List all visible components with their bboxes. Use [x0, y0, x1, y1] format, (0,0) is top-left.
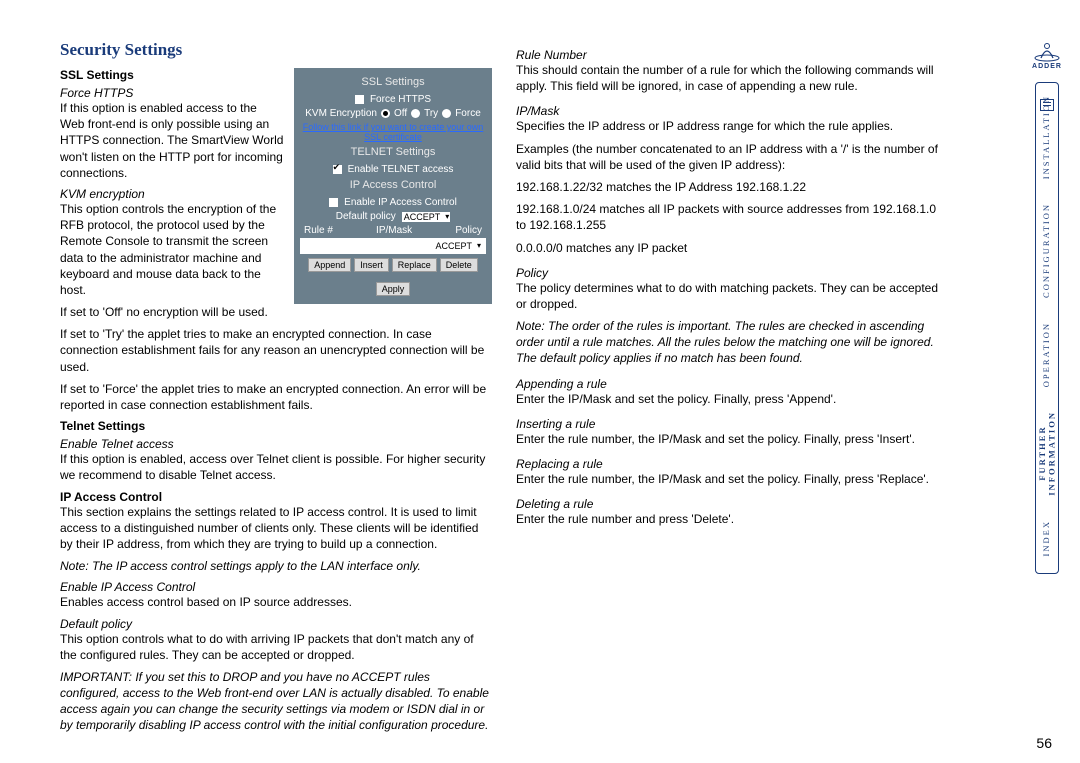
ipmask-example-2: 192.168.1.0/24 matches all IP packets wi…: [516, 201, 948, 233]
delete-button[interactable]: Delete: [440, 258, 478, 272]
page-title: Security Settings: [60, 40, 492, 60]
panel-telnet-title: TELNET Settings: [300, 146, 486, 158]
kvm-body-3: If set to 'Try' the applet tries to make…: [60, 326, 492, 375]
col-ipmask: IP/Mask: [376, 225, 412, 236]
policy-note: Note: The order of the rules is importan…: [516, 318, 948, 367]
brand-logo: ADDER: [1030, 40, 1064, 72]
col-policy: Policy: [455, 225, 482, 236]
right-column: Rule Number This should contain the numb…: [516, 40, 948, 740]
ipmask-body: Specifies the IP address or IP address r…: [516, 118, 948, 134]
enable-ipac-label: Enable IP Access Control: [344, 197, 457, 208]
ipac-heading: IP Access Control: [60, 490, 492, 504]
nav-configuration[interactable]: CONFIGURATION: [1042, 203, 1051, 298]
kvm-try-radio[interactable]: [411, 109, 420, 118]
left-column: Security Settings SSL Settings Force HTT…: [60, 40, 492, 740]
kvm-encryption-label: KVM Encryption: [305, 108, 377, 119]
enable-ipac-checkbox[interactable]: [329, 198, 338, 207]
ipmask-heading: IP/Mask: [516, 104, 948, 118]
col-rule: Rule #: [304, 225, 333, 236]
policy-body: The policy determines what to do with ma…: [516, 280, 948, 312]
sidebar-nav: ADDER INSTALLATION CONFIGURATION OPERATI…: [1038, 40, 1056, 680]
insert-heading: Inserting a rule: [516, 417, 948, 431]
rule-row: ACCEPT: [300, 238, 486, 254]
ipmask-examples-intro: Examples (the number concatenated to an …: [516, 141, 948, 173]
kvm-off-radio[interactable]: [381, 109, 390, 118]
enable-telnet-heading: Enable Telnet access: [60, 437, 492, 451]
force-https-label: Force HTTPS: [370, 94, 431, 105]
default-policy-body: This option controls what to do with arr…: [60, 631, 492, 663]
enable-telnet-label: Enable TELNET access: [348, 164, 454, 175]
policy-heading: Policy: [516, 266, 948, 280]
delete-body: Enter the rule number and press 'Delete'…: [516, 511, 948, 527]
ipac-note: Note: The IP access control settings app…: [60, 558, 492, 574]
replace-button[interactable]: Replace: [392, 258, 437, 272]
enable-telnet-checkbox[interactable]: [333, 165, 342, 174]
panel-ssl-title: SSL Settings: [300, 76, 486, 88]
replace-heading: Replacing a rule: [516, 457, 948, 471]
nav-operation[interactable]: OPERATION: [1042, 322, 1051, 387]
apply-button[interactable]: Apply: [376, 282, 411, 296]
append-body: Enter the IP/Mask and set the policy. Fi…: [516, 391, 948, 407]
ipmask-example-3: 0.0.0.0/0 matches any IP packet: [516, 240, 948, 256]
default-policy-note: IMPORTANT: If you set this to DROP and y…: [60, 669, 492, 734]
insert-button[interactable]: Insert: [354, 258, 389, 272]
default-policy-select[interactable]: ACCEPT: [402, 212, 451, 222]
nav-box: INSTALLATION CONFIGURATION OPERATION FUR…: [1035, 82, 1060, 574]
kvm-force-radio[interactable]: [442, 109, 451, 118]
ssl-cert-link[interactable]: Follow this link if you want to create y…: [300, 122, 486, 142]
append-button[interactable]: Append: [308, 258, 351, 272]
append-heading: Appending a rule: [516, 377, 948, 391]
nav-further-information[interactable]: FURTHER INFORMATION: [1038, 411, 1057, 496]
enable-ipac-heading: Enable IP Access Control: [60, 580, 492, 594]
enable-telnet-body: If this option is enabled, access over T…: [60, 451, 492, 483]
rule-number-body: This should contain the number of a rule…: [516, 62, 948, 94]
nav-index[interactable]: INDEX: [1042, 520, 1051, 556]
ipac-body: This section explains the settings relat…: [60, 504, 492, 553]
enable-ipac-body: Enables access control based on IP sourc…: [60, 594, 492, 610]
ipmask-example-1: 192.168.1.22/32 matches the IP Address 1…: [516, 179, 948, 195]
replace-body: Enter the rule number, the IP/Mask and s…: [516, 471, 948, 487]
default-policy-heading: Default policy: [60, 617, 492, 631]
rule-number-heading: Rule Number: [516, 48, 948, 62]
page-number: 56: [1036, 735, 1052, 751]
default-policy-label: Default policy: [336, 211, 396, 222]
force-https-checkbox[interactable]: [355, 95, 364, 104]
settings-panel-screenshot: SSL Settings Force HTTPS KVM Encryption …: [294, 68, 492, 304]
insert-body: Enter the rule number, the IP/Mask and s…: [516, 431, 948, 447]
delete-heading: Deleting a rule: [516, 497, 948, 511]
telnet-heading: Telnet Settings: [60, 419, 492, 433]
panel-ipac-title: IP Access Control: [300, 179, 486, 191]
kvm-body-2: If set to 'Off' no encryption will be us…: [60, 304, 492, 320]
rule-policy-select[interactable]: ACCEPT: [433, 241, 482, 251]
kvm-body-4: If set to 'Force' the applet tries to ma…: [60, 381, 492, 413]
nav-installation[interactable]: INSTALLATION: [1042, 95, 1051, 179]
